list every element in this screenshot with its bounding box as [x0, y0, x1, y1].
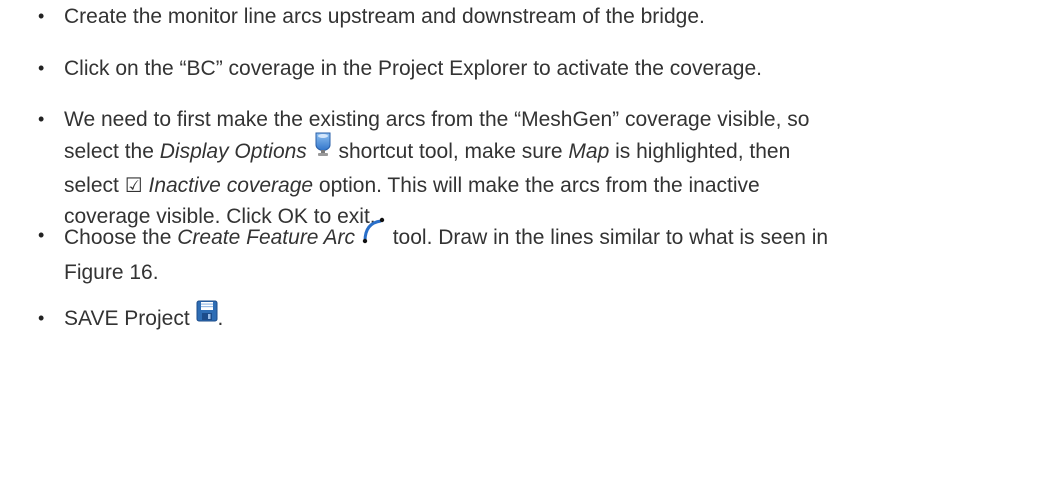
list-item-text: We need to first make the existing arcs … — [64, 104, 1034, 232]
text-span: Choose the — [64, 226, 178, 250]
emphasis-map: Map — [568, 140, 610, 164]
document-page: • Create the monitor line arcs upstream … — [0, 0, 1050, 479]
text-line: SAVE Project . — [64, 300, 1034, 335]
text-line: select the Display Options shortcut tool… — [64, 132, 1034, 170]
text-span: . — [217, 307, 224, 330]
list-item-text: Create the monitor line arcs upstream an… — [64, 1, 1034, 32]
text-span: is highlighted, then — [609, 140, 791, 164]
text-span: shortcut tool, make sure — [332, 140, 569, 164]
text-line: select ☑ Inactive coverage option. This … — [64, 170, 1034, 201]
text-span: SAVE Project — [64, 307, 190, 330]
text-span: tool. Draw in the lines similar to what … — [386, 226, 829, 250]
emphasis-inactive-coverage: Inactive coverage — [148, 174, 314, 197]
text-line: Create the monitor line arcs upstream an… — [64, 5, 705, 28]
save-icon — [196, 300, 218, 331]
text-span: select the — [64, 140, 160, 164]
emphasis-create-feature-arc: Create Feature Arc — [177, 226, 356, 250]
text-line: Choose the Create Feature Arc tool. Draw… — [64, 217, 1034, 257]
text-line: Figure 16. — [64, 261, 159, 284]
create-feature-arc-icon — [361, 216, 387, 253]
bullet: • — [38, 109, 45, 129]
bullet: • — [38, 225, 45, 245]
text-span: option. This will make the arcs from the… — [313, 174, 760, 197]
bullet: • — [38, 6, 45, 26]
list-item-text: Choose the Create Feature Arc tool. Draw… — [64, 217, 1034, 288]
checkbox-checked-icon: ☑ — [124, 173, 143, 197]
list-item-text: Click on the “BC” coverage in the Projec… — [64, 53, 1034, 84]
text-line: Click on the “BC” coverage in the Projec… — [64, 57, 763, 80]
bullet: • — [38, 308, 45, 328]
text-span: select — [64, 174, 125, 197]
text-line: We need to first make the existing arcs … — [64, 108, 810, 131]
bullet: • — [38, 58, 45, 78]
list-item-text: SAVE Project . — [64, 300, 1034, 335]
display-options-icon — [313, 131, 333, 166]
emphasis-display-options: Display Options — [159, 140, 307, 164]
